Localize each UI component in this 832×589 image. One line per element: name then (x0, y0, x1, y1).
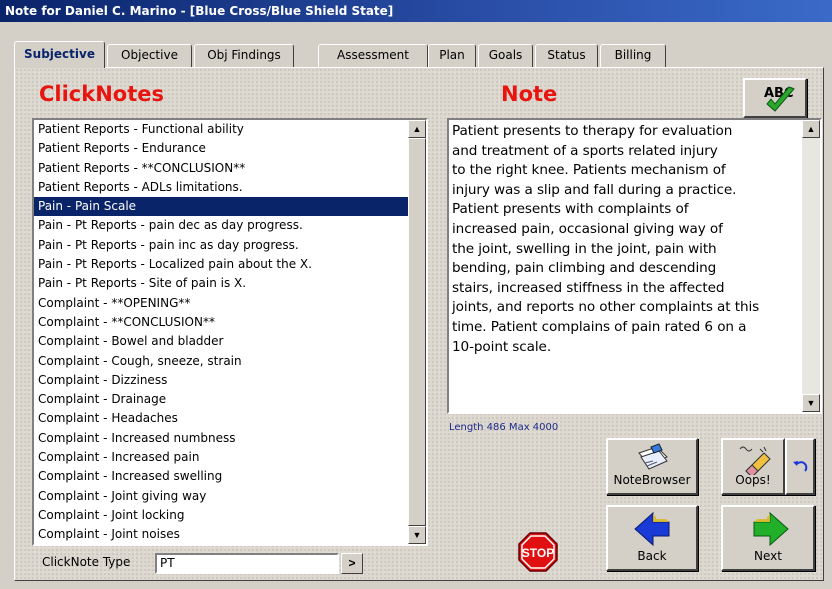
clicknote-item[interactable]: Complaint - Increased swelling (34, 467, 408, 486)
tab-strip: Subjective Objective Obj Findings Assess… (14, 41, 714, 68)
window-title: Note for Daniel C. Marino - [Blue Cross/… (0, 0, 832, 22)
clicknote-item[interactable]: Pain - Pt Reports - Site of pain is X. (34, 274, 408, 293)
oops-button[interactable]: Oops! (721, 438, 785, 495)
scroll-down-button[interactable]: ▼ (408, 526, 426, 544)
left-arrow-icon (634, 511, 670, 547)
clicknote-item[interactable]: Pain - Pt Reports - pain inc as day prog… (34, 236, 408, 255)
clicknote-item[interactable]: Patient Reports - Functional ability (34, 120, 408, 139)
notebrowser-label: NoteBrowser (613, 473, 691, 487)
clicknote-type-field[interactable]: PT (155, 553, 339, 574)
clicknotes-scrollbar[interactable]: ▲ ▼ (408, 120, 426, 544)
clicknotes-items: Patient Reports - Functional ability Pati… (34, 120, 408, 544)
tab-obj-findings[interactable]: Obj Findings (194, 44, 294, 68)
clicknote-item[interactable]: Pain - Pt Reports - pain dec as day prog… (34, 216, 408, 235)
back-label: Back (637, 549, 667, 563)
tab-assessment[interactable]: Assessment (318, 44, 428, 68)
clicknote-item[interactable]: Pain - Pt Reports - Localized pain about… (34, 255, 408, 274)
note-text[interactable]: Patient presents to therapy for evaluati… (452, 122, 796, 357)
stop-sign-icon: STOP (518, 532, 558, 572)
notebrowser-button[interactable]: NoteBrowser (606, 438, 698, 495)
note-browser-icon (638, 443, 668, 470)
next-button[interactable]: Next (721, 505, 815, 571)
note-length-info: Length 486 Max 4000 (449, 422, 559, 433)
abc-checkmark-icon: ABC (764, 86, 795, 112)
next-label: Next (754, 549, 782, 563)
tab-goals[interactable]: Goals (478, 44, 533, 68)
spellcheck-button[interactable]: ABC (743, 78, 807, 118)
undo-arrow-icon (793, 461, 808, 472)
clicknote-item[interactable]: Patient Reports - **CONCLUSION** (34, 159, 408, 178)
back-button[interactable]: Back (606, 505, 698, 571)
clicknote-item[interactable]: Complaint - Increased numbness (34, 429, 408, 448)
right-arrow-icon (753, 511, 789, 547)
scroll-thumb[interactable] (408, 138, 426, 526)
clicknote-item[interactable]: Complaint - Cough, sneeze, strain (34, 352, 408, 371)
clicknote-item[interactable]: Complaint - Bowel and bladder (34, 332, 408, 351)
note-textarea[interactable]: Patient presents to therapy for evaluati… (447, 118, 822, 414)
tab-status[interactable]: Status (535, 44, 598, 68)
clicknote-item[interactable]: Complaint - Joint giving way (34, 487, 408, 506)
note-scrollbar[interactable]: ▲ ▼ (802, 120, 820, 412)
clicknotes-heading: ClickNotes (39, 82, 165, 106)
clicknote-type-label: ClickNote Type (42, 555, 131, 569)
oops-label: Oops! (735, 473, 771, 487)
clicknotes-list[interactable]: Patient Reports - Functional ability Pati… (32, 118, 428, 546)
undo-button[interactable] (785, 438, 815, 495)
clicknote-item[interactable]: Complaint - Dizziness (34, 371, 408, 390)
clicknote-type-button[interactable]: > (341, 553, 363, 574)
scroll-up-button[interactable]: ▲ (408, 120, 426, 138)
clicknote-item[interactable]: Complaint - Drainage (34, 390, 408, 409)
clicknote-item[interactable]: Patient Reports - ADLs limitations. (34, 178, 408, 197)
tab-objective[interactable]: Objective (107, 44, 192, 68)
eraser-icon (739, 446, 771, 475)
note-scroll-down-button[interactable]: ▼ (802, 394, 820, 412)
stop-label: STOP (522, 546, 554, 560)
clicknote-item[interactable]: Pain - Pain Scale (34, 197, 408, 217)
clicknote-item[interactable]: Complaint - Increased pain (34, 448, 408, 467)
stop-button[interactable]: STOP (518, 532, 558, 572)
note-scroll-up-button[interactable]: ▲ (802, 120, 820, 138)
clicknote-item[interactable]: Complaint - Joint noises (34, 525, 408, 544)
clicknote-item[interactable]: Complaint - Joint locking (34, 506, 408, 525)
clicknote-item[interactable]: Patient Reports - Endurance (34, 139, 408, 158)
tab-subjective[interactable]: Subjective (14, 41, 105, 68)
tab-plan[interactable]: Plan (428, 44, 476, 68)
note-heading: Note (501, 82, 558, 106)
clicknote-item[interactable]: Complaint - **OPENING** (34, 294, 408, 313)
tab-billing[interactable]: Billing (600, 44, 666, 68)
clicknote-item[interactable]: Complaint - **CONCLUSION** (34, 313, 408, 332)
clicknote-item[interactable]: Complaint - Headaches (34, 409, 408, 428)
